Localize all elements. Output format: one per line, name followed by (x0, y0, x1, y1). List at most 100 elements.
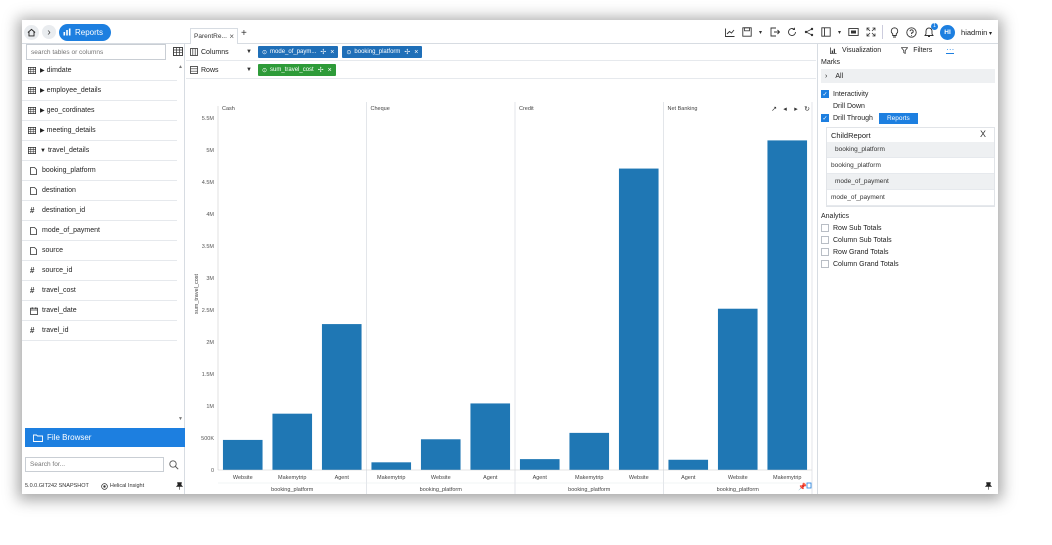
field-item[interactable]: # travel_cost (22, 281, 177, 301)
field-item[interactable]: # destination_id (22, 201, 177, 221)
analytics-checkbox[interactable] (821, 260, 829, 268)
chevron-down-icon[interactable]: ▼ (246, 49, 252, 55)
username-menu[interactable]: hiadmin ▾ (961, 28, 992, 37)
lightbulb-icon[interactable] (889, 26, 900, 38)
add-tab-button[interactable]: + (241, 28, 247, 39)
field-config-icon[interactable]: ⊙ (262, 49, 267, 56)
avatar[interactable]: HI (940, 24, 956, 40)
tab-close-icon[interactable]: × (229, 32, 234, 41)
tab-visualization[interactable]: Visualization (830, 47, 881, 54)
next-icon[interactable]: ▸ (794, 105, 798, 113)
refresh-icon[interactable] (786, 27, 797, 38)
reports-nav-button[interactable]: Reports (59, 23, 112, 41)
scroll-down-icon[interactable]: ▼ (178, 416, 183, 422)
mapping-field-select[interactable]: mode_of_payment (827, 190, 994, 206)
file-browser-button[interactable]: File Browser (25, 428, 185, 447)
reset-icon[interactable]: ↻ (804, 105, 810, 113)
previous-icon[interactable]: ◂ (783, 105, 787, 113)
rows-shelf[interactable]: Rows ▼ ⊙ sum_travel_cost ✢ × (186, 62, 816, 79)
field-item[interactable]: # source_id (22, 261, 177, 281)
layout-icon[interactable] (820, 27, 831, 38)
chevron-down-icon[interactable]: ▾ (837, 27, 842, 38)
table-item[interactable]: ▼ travel_details (22, 141, 177, 161)
pin-icon[interactable] (176, 482, 183, 490)
drill-down-checkbox[interactable] (821, 102, 829, 110)
bar[interactable] (717, 308, 758, 470)
table-view-icon[interactable] (173, 47, 183, 56)
caret-down-icon[interactable]: ▼ (40, 148, 46, 154)
caret-right-icon[interactable]: ▶ (40, 107, 45, 114)
analytics-option[interactable]: Column Grand Totals (818, 258, 998, 270)
fullscreen-icon[interactable] (865, 27, 876, 38)
share-icon[interactable] (803, 27, 814, 38)
remove-icon[interactable]: × (330, 49, 334, 56)
row-pill[interactable]: ⊙ sum_travel_cost ✢ × (258, 64, 336, 76)
chevron-down-icon[interactable]: ▼ (246, 67, 252, 73)
tab-filters[interactable]: Filters (901, 47, 932, 54)
expand-nav-button[interactable]: › (42, 25, 56, 39)
analytics-checkbox[interactable] (821, 224, 829, 232)
columns-shelf[interactable]: Columns ▼ ⊙ mode_of_paym... ✢ × ⊙ booking_pla… (186, 44, 816, 61)
table-item[interactable]: ▶ employee_details (22, 81, 177, 101)
close-icon[interactable]: X (980, 129, 986, 139)
bar[interactable] (420, 439, 461, 470)
move-icon[interactable]: ✢ (404, 48, 410, 56)
bar[interactable] (569, 432, 610, 470)
move-icon[interactable]: ✢ (318, 66, 324, 74)
interactivity-checkbox[interactable]: ✓ (821, 90, 829, 98)
scroll-up-icon[interactable]: ▲ (178, 64, 183, 70)
search-icon[interactable] (169, 460, 179, 470)
search-tables-input[interactable] (26, 44, 166, 60)
field-item[interactable]: # travel_id (22, 321, 177, 341)
notifications-button[interactable]: 1 (923, 22, 939, 38)
bar[interactable] (272, 413, 313, 470)
line-chart-icon[interactable] (724, 27, 735, 38)
marks-all-row[interactable]: › All (821, 69, 995, 83)
move-icon[interactable]: ✢ (320, 48, 326, 56)
drill-through-option[interactable]: ✓ Drill Through Reports (818, 112, 998, 124)
caret-right-icon[interactable]: ▶ (40, 87, 45, 94)
more-options-tab[interactable]: ··· (946, 46, 955, 54)
mapping-field-select[interactable]: booking_platform (827, 158, 994, 174)
drill-through-reports-tab[interactable]: Reports (878, 112, 918, 124)
export-icon[interactable] (769, 27, 780, 38)
bar[interactable] (371, 462, 412, 470)
field-item[interactable]: travel_date (22, 301, 177, 321)
pin-icon[interactable]: 📌 (798, 482, 807, 491)
column-pill[interactable]: ⊙ booking_platform ✢ × (342, 46, 423, 58)
tab-parent-report[interactable]: ParentRe... × (190, 28, 238, 44)
bar[interactable] (668, 459, 709, 470)
presentation-icon[interactable] (848, 27, 859, 38)
bar[interactable] (618, 168, 659, 470)
drill-through-checkbox[interactable]: ✓ (821, 114, 829, 122)
pin-icon[interactable] (985, 482, 992, 490)
analytics-checkbox[interactable] (821, 248, 829, 256)
field-item[interactable]: destination (22, 181, 177, 201)
chevron-down-icon[interactable]: ▾ (758, 27, 763, 38)
caret-right-icon[interactable]: ▶ (40, 127, 45, 134)
remove-icon[interactable]: × (414, 49, 418, 56)
field-item[interactable]: source (22, 241, 177, 261)
interactivity-option[interactable]: ✓ Interactivity (818, 88, 998, 100)
trend-icon[interactable]: ↗ (771, 105, 777, 113)
table-item[interactable]: ▶ dimdate (22, 61, 177, 81)
file-search-input[interactable] (25, 457, 164, 472)
analytics-option[interactable]: Column Sub Totals (818, 234, 998, 246)
field-item[interactable]: booking_platform (22, 161, 177, 181)
remove-icon[interactable]: × (328, 67, 332, 74)
save-icon[interactable] (741, 27, 752, 38)
help-icon[interactable] (906, 26, 917, 38)
bar[interactable] (519, 459, 560, 470)
analytics-option[interactable]: Row Grand Totals (818, 246, 998, 258)
bar[interactable] (222, 439, 263, 470)
drill-down-option[interactable]: Drill Down (818, 100, 998, 112)
bar[interactable] (470, 403, 511, 470)
column-pill[interactable]: ⊙ mode_of_paym... ✢ × (258, 46, 339, 58)
field-config-icon[interactable]: ⊙ (262, 67, 267, 74)
table-item[interactable]: ▶ meeting_details (22, 121, 177, 141)
analytics-option[interactable]: Row Sub Totals (818, 222, 998, 234)
table-item[interactable]: ▶ geo_cordinates (22, 101, 177, 121)
home-button[interactable] (24, 24, 39, 40)
field-config-icon[interactable]: ⊙ (346, 49, 351, 56)
bar-chart[interactable]: 0 500K 1M 1.5M 2M 2.5M 3M 3.5M 4M 4.5M 5M 5.5M sum_t… (186, 102, 816, 494)
